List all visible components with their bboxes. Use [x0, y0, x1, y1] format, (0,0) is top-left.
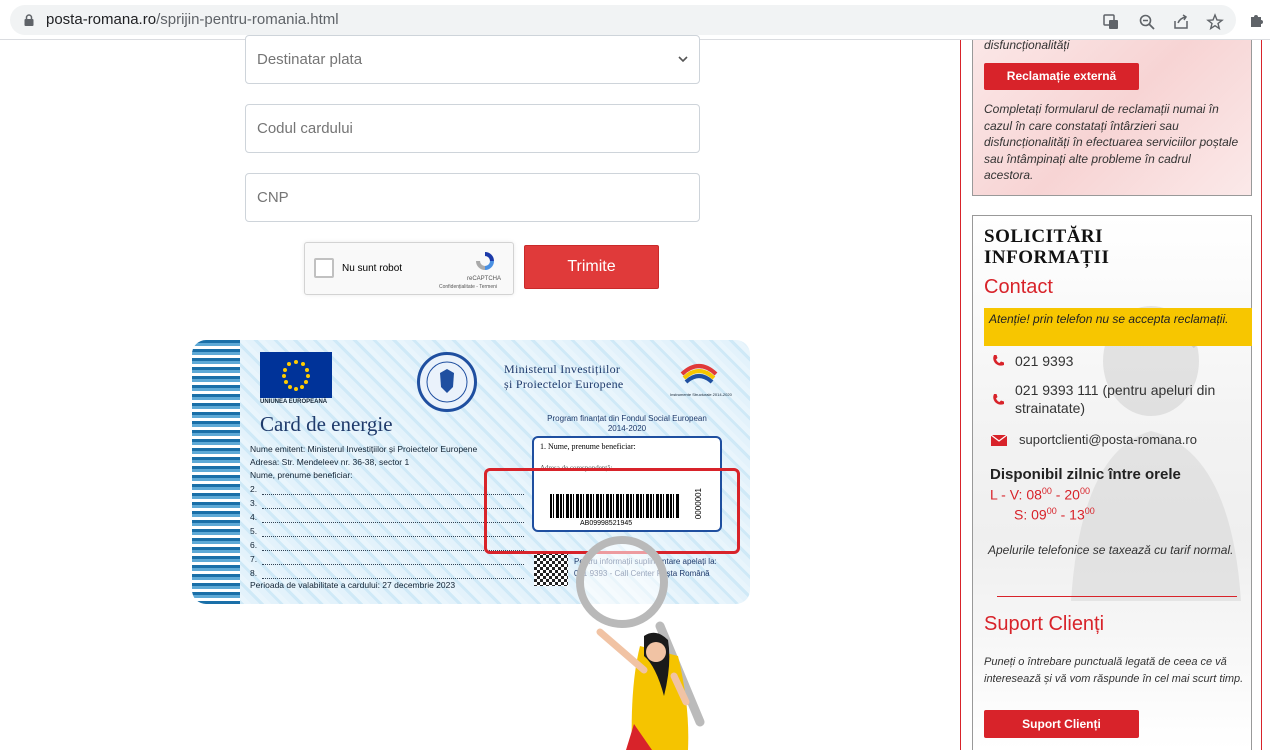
destinatar-plata-select[interactable]: Destinatar plata: [245, 35, 700, 84]
section-divider: [997, 596, 1237, 597]
validity-text: Perioada de valabilitate a cardului: 27 …: [250, 580, 456, 590]
share-icon[interactable]: [1172, 13, 1190, 31]
url-text[interactable]: posta-romana.ro/sprijin-pentru-romania.h…: [46, 11, 339, 28]
bookmark-star-icon[interactable]: [1206, 13, 1224, 31]
dotted-line: [262, 578, 524, 579]
weekday-hours: L - V: 0800 - 2000: [990, 486, 1090, 503]
saturday-start: 09: [1031, 506, 1047, 523]
cod-card-input[interactable]: Codul cardului: [245, 104, 700, 153]
recaptcha-label: Nu sunt robot: [342, 263, 403, 274]
recaptcha-terms[interactable]: Confidențialitate - Termeni: [439, 284, 497, 290]
international-phone-line1: 021 9393 111 (pentru apeluri din: [1015, 382, 1216, 398]
eu-caption: UNIUNEA EUROPEANĂ: [260, 399, 328, 405]
program-text: Program finanțat din Fondul Social Europ…: [522, 414, 732, 434]
suport-clienti-description: Puneți o întrebare punctuală legată de c…: [984, 656, 1244, 685]
row-number: 6.: [250, 540, 258, 550]
solicitari-title: SOLICITĂRI INFORMAȚII: [984, 226, 1110, 268]
structural-instruments-caption: Instrumente Structurale 2014-2020: [670, 392, 732, 397]
address-bar[interactable]: posta-romana.ro/sprijin-pentru-romania.h…: [10, 5, 1236, 35]
saturday-end: 13: [1069, 506, 1085, 523]
browser-toolbar: posta-romana.ro/sprijin-pentru-romania.h…: [0, 0, 1270, 40]
card-title: Card de energie: [260, 412, 393, 436]
translate-icon[interactable]: [1102, 13, 1120, 31]
row-number: 4.: [250, 512, 258, 522]
reclamatie-description: Completați formularul de reclamații numa…: [984, 102, 1239, 182]
recaptcha-logo-icon: [476, 252, 494, 270]
ministry-line1: Ministerul Investițiilor: [504, 362, 621, 376]
phone-icon: [993, 394, 1004, 405]
recaptcha-checkbox[interactable]: [314, 258, 334, 278]
dotted-line: [262, 564, 524, 565]
url-host: posta-romana.ro: [46, 11, 157, 28]
beneficiary-label: Nume, prenume beneficiar:: [250, 470, 353, 480]
row-number: 3.: [250, 498, 258, 508]
availability-heading: Disponibil zilnic între orele: [990, 466, 1181, 483]
phone-icon: [993, 355, 1004, 366]
address-line: Adresa: Str. Mendeleev nr. 36-38, sector…: [250, 457, 410, 467]
saturday-label: S:: [1014, 506, 1028, 523]
row-number: 7.: [250, 554, 258, 564]
envelope-icon: [991, 434, 1007, 446]
chevron-down-icon: [678, 56, 688, 63]
program-line2: 2014-2020: [607, 424, 647, 433]
recaptcha-widget: Nu sunt robot reCAPTCHA Confidențialitat…: [304, 242, 514, 295]
beneficiary-box-label: 1. Nume, prenume beneficiar:: [540, 442, 636, 451]
zoom-out-icon[interactable]: [1138, 13, 1156, 31]
trimite-button[interactable]: Trimite: [524, 245, 659, 289]
saturday-start-minutes: 00: [1046, 506, 1057, 516]
solicitari-informatii-panel: SOLICITĂRI INFORMAȚII Contact Atenție! p…: [972, 215, 1252, 750]
cnp-input[interactable]: CNP: [245, 173, 700, 222]
destinatar-plata-placeholder: Destinatar plata: [257, 51, 363, 68]
weekday-start-minutes: 00: [1041, 486, 1052, 496]
magnifier-person-illustration: [576, 536, 705, 750]
email-address: suportclienti@posta-romana.ro: [1019, 432, 1197, 447]
recaptcha-brand: reCAPTCHA: [467, 276, 502, 282]
saturday-end-minutes: 00: [1084, 506, 1095, 516]
structural-instruments-logo-icon: [680, 364, 718, 384]
eu-flag-icon: [260, 352, 332, 398]
tarif-note: Apelurile telefonice se taxează cu tarif…: [988, 543, 1234, 557]
row-number: 5.: [250, 526, 258, 536]
phone-number: 021 9393: [1015, 353, 1074, 369]
lock-icon[interactable]: [22, 13, 36, 27]
row-number: 8.: [250, 568, 258, 578]
reclamatie-externa-button[interactable]: Reclamație externă: [984, 63, 1139, 90]
suport-clienti-button[interactable]: Suport Clienți: [984, 710, 1139, 738]
ministry-line2: și Proiectelor Europene: [504, 377, 624, 391]
weekday-start: 08: [1026, 486, 1042, 503]
suport-clienti-heading: Suport Clienți: [984, 613, 1105, 635]
emitent-line: Nume emitent: Ministerul Investițiilor ș…: [250, 444, 478, 454]
cod-card-placeholder: Codul cardului: [257, 120, 353, 137]
weekday-end: 20: [1064, 486, 1080, 503]
truncated-text: disfuncționalități: [984, 38, 1070, 52]
weekday-label: L - V:: [990, 486, 1023, 503]
international-phone-line2: strainatate): [1015, 400, 1086, 416]
government-seal-icon: [417, 352, 477, 412]
reclamatii-panel: disfuncționalități Reclamație externă Co…: [972, 38, 1252, 196]
weekday-end-minutes: 00: [1079, 486, 1090, 496]
row-number: 2.: [250, 484, 258, 494]
cnp-placeholder: CNP: [257, 189, 289, 206]
extensions-puzzle-icon[interactable]: [1248, 11, 1266, 29]
url-path: /sprijin-pentru-romania.html: [156, 11, 339, 28]
card-security-border: [192, 340, 240, 604]
contact-heading: Contact: [984, 276, 1053, 298]
phone-warning-banner: Atenție! prin telefon nu se accepta recl…: [984, 308, 1252, 346]
saturday-hours: S: 0900 - 1300: [1014, 506, 1095, 523]
ministry-name: Ministerul Investițiilor și Proiectelor …: [504, 362, 624, 392]
program-line1: Program finanțat din Fondul Social Europ…: [547, 414, 707, 423]
